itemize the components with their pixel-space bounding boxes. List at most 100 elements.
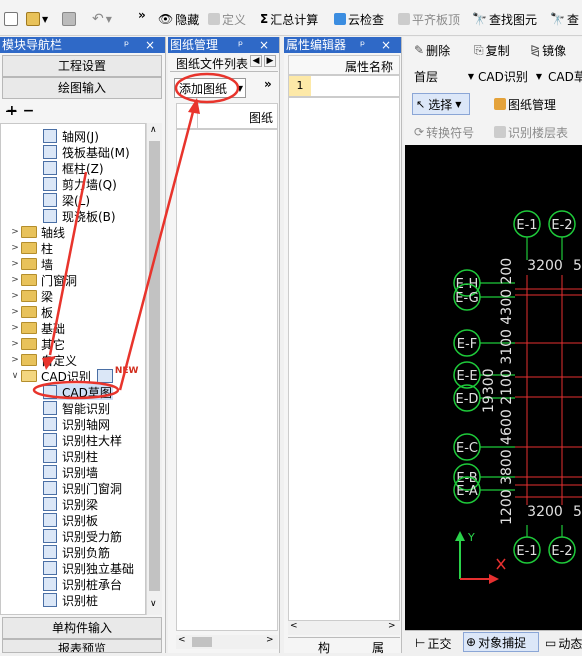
find-element-button[interactable]: 🔭 查找图元	[472, 10, 537, 28]
toolbar-overflow-button[interactable]: »	[138, 6, 146, 24]
panel-pin-close-controls[interactable]: ᵖ ×	[238, 37, 275, 53]
component-type-select[interactable]: CAD识别 ▼	[478, 67, 542, 85]
mirror-button[interactable]: ⧎ 镜像	[530, 41, 566, 59]
chevron-right-icon[interactable]: >	[9, 355, 21, 365]
chevron-right-icon[interactable]: >	[9, 259, 21, 269]
tree-item[interactable]: 梁(L)	[43, 192, 90, 208]
find-more-button[interactable]: 🔭 查	[550, 10, 579, 28]
chevron-right-icon[interactable]: >	[9, 307, 21, 317]
tree-item[interactable]: 轴网(J)	[43, 128, 99, 144]
grid-icon	[43, 129, 57, 143]
tree-item-cad[interactable]: 识别轴网	[43, 416, 110, 432]
tree-item-cad[interactable]: 识别受力筋	[43, 528, 122, 544]
copy-button[interactable]: ⎘ 复制	[474, 41, 510, 59]
object-snap-toggle[interactable]: ⊕ 对象捕捉	[463, 632, 539, 652]
save-icon[interactable]	[62, 10, 76, 28]
chevron-right-icon[interactable]: >	[9, 323, 21, 333]
hscroll-thumb[interactable]	[192, 637, 212, 647]
select-button[interactable]: ↖ 选择 ▼	[412, 93, 470, 115]
chevron-right-icon[interactable]: >	[9, 243, 21, 253]
report-preview-button[interactable]: 报表预览	[2, 639, 162, 653]
tree-item[interactable]: 剪力墙(Q)	[43, 176, 117, 192]
chevron-right-icon[interactable]: >	[9, 227, 21, 237]
tree-item-cad[interactable]: 识别柱	[43, 448, 98, 464]
svg-text:E-D: E-D	[456, 392, 479, 407]
dim-top-2: 5	[573, 258, 582, 274]
open-file-icon[interactable]: ▼	[26, 10, 48, 28]
tree-folder[interactable]: > 轴线	[9, 224, 65, 240]
tree-folder[interactable]: > 梁	[9, 288, 53, 304]
undo-icon[interactable]: ↶ ▼	[92, 10, 112, 28]
flush-slab-top-button[interactable]: 平齐板顶	[398, 10, 460, 28]
property-row[interactable]: 1	[288, 75, 400, 97]
hide-button[interactable]: 👁 隐藏	[158, 10, 199, 28]
grid-icon	[96, 369, 113, 383]
property-hscrollbar[interactable]: < >	[288, 621, 400, 635]
tree-folder[interactable]: > 墙	[9, 256, 53, 272]
summary-calc-button[interactable]: Σ 汇总计算	[260, 10, 318, 28]
tree-folder[interactable]: > 其它	[9, 336, 65, 352]
more-tools-button[interactable]: »	[264, 77, 272, 91]
cloud-check-button[interactable]: 云检查	[334, 10, 384, 28]
project-settings-button[interactable]: 工程设置	[2, 55, 162, 77]
tree-scrollbar[interactable]: ∧ ∨	[146, 123, 162, 615]
tab-property[interactable]: 属	[372, 639, 384, 656]
panel-pin-close-controls[interactable]: ᵖ ×	[124, 37, 161, 53]
new-file-icon[interactable]	[4, 10, 18, 28]
tree-item-cad[interactable]: 识别梁	[43, 496, 98, 512]
delete-button[interactable]: ✎ 删除	[414, 41, 450, 59]
tab-component[interactable]: 构	[318, 639, 330, 656]
folder-icon	[21, 274, 37, 286]
tree-folder-cad[interactable]: ∨ CAD识别 NEW	[9, 366, 139, 384]
row-number: 1	[289, 76, 311, 96]
tab-scroll-right-icon[interactable]: ▶	[264, 55, 276, 67]
panel-pin-close-controls[interactable]: ᵖ ×	[360, 37, 397, 53]
tree-item-cad[interactable]: 识别独立基础	[43, 560, 134, 576]
tree-item[interactable]: 筏板基础(M)	[43, 144, 130, 160]
add-drawing-button[interactable]: 添加图纸 ▼	[174, 78, 246, 98]
tree-scroll-thumb[interactable]	[149, 141, 160, 591]
delete-icon: ✎	[414, 43, 425, 57]
cad-canvas[interactable]: E-1 E-2 3200 5 E-H E-G E-F E-E E-D E-C E-B E-A …	[405, 145, 582, 630]
tree-folder[interactable]: > 柱	[9, 240, 53, 256]
tree-item-cad[interactable]: 识别柱大样	[43, 432, 122, 448]
tree-item[interactable]: 现浇板(B)	[43, 208, 116, 224]
single-component-input-button[interactable]: 单构件输入	[2, 617, 162, 639]
binoculars-icon: 🔭	[472, 12, 487, 26]
recognize-floor-table-button[interactable]: 识别楼层表	[494, 123, 568, 141]
tree-item-cad[interactable]: 识别负筋	[43, 544, 110, 560]
tree-folder[interactable]: > 门窗洞	[9, 272, 77, 288]
convert-symbol-button[interactable]: ⟳ 转换符号	[414, 123, 474, 141]
tree-folder[interactable]: > 基础	[9, 320, 65, 336]
ortho-toggle[interactable]: ⊢ 正交	[415, 634, 451, 652]
floor-select[interactable]: 首层 ▼	[414, 67, 474, 85]
tree-item[interactable]: 框柱(Z)	[43, 160, 104, 176]
component-subtype-select[interactable]: CAD草	[548, 67, 582, 85]
tree-item-cad[interactable]: CAD草图	[43, 384, 113, 400]
tree-item-cad[interactable]: 识别墙	[43, 464, 98, 480]
tree-item-cad[interactable]: 识别门窗洞	[43, 480, 122, 496]
chevron-down-icon[interactable]: ∨	[9, 371, 21, 381]
tree-item-cad[interactable]: 识别板	[43, 512, 98, 528]
tree-folder[interactable]: > 自定义	[9, 352, 77, 368]
tree-item-cad[interactable]: 识别桩	[43, 592, 98, 608]
recognize-grid-icon	[43, 417, 57, 431]
drawing-management-button[interactable]: 图纸管理	[494, 95, 556, 113]
drawing-input-button[interactable]: 绘图输入	[2, 77, 162, 99]
chevron-down-icon[interactable]: ▼	[237, 84, 245, 93]
chevron-right-icon[interactable]: >	[9, 275, 21, 285]
tree-folder[interactable]: > 板	[9, 304, 53, 320]
tab-drawing-file-list[interactable]: 图纸文件列表	[176, 55, 248, 72]
floor-table-icon	[494, 126, 506, 138]
axis-bubble-e2-top: E-2	[548, 210, 576, 238]
define-button[interactable]: 定义	[208, 10, 246, 28]
drawing-list-hscrollbar[interactable]: < >	[176, 635, 278, 649]
chevron-right-icon[interactable]: >	[9, 339, 21, 349]
chevron-right-icon[interactable]: >	[9, 291, 21, 301]
tab-scroll-left-icon[interactable]: ◀	[250, 55, 262, 67]
cad-drawing[interactable]: E-1 E-2 3200 5 E-HE-GE-FE-EE-DE-CE-BE-A …	[405, 145, 582, 630]
tree-item-cad[interactable]: 识别桩承台	[43, 576, 122, 592]
dynamic-input-toggle[interactable]: ▭ 动态	[545, 634, 582, 652]
expand-collapse-all-icon[interactable]: +̶ −	[6, 103, 34, 119]
tree-item-cad[interactable]: 智能识别	[43, 400, 110, 416]
